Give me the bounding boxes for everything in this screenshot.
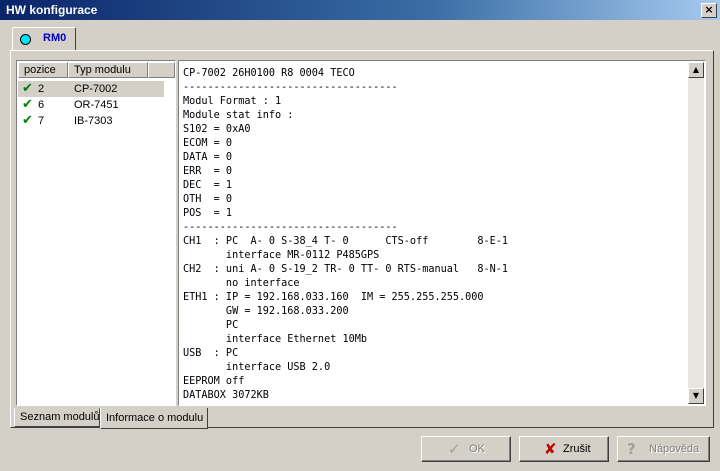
vertical-scrollbar[interactable]: ▲ ▼: [688, 62, 704, 404]
module-position: 7: [38, 115, 45, 127]
checkmark-icon: ✓: [448, 440, 461, 458]
checkmark-icon: ✔: [22, 97, 33, 112]
list-item[interactable]: ✔ 2 CP-7002: [18, 81, 164, 97]
help-button[interactable]: ? Nápověda: [617, 436, 710, 462]
module-info-text: CP-7002 26H0100 R8 0004 TECO -----------…: [183, 68, 509, 401]
circle-indicator-icon: [20, 34, 31, 45]
module-type: IB-7303: [74, 115, 113, 127]
scroll-up-arrow-icon[interactable]: ▲: [688, 62, 704, 78]
scroll-down-arrow-icon[interactable]: ▼: [688, 388, 704, 404]
module-list[interactable]: pozice Typ modulu ✔ 2 CP-7002 ✔ 6 OR-745…: [16, 60, 176, 406]
column-header-position[interactable]: pozice: [18, 62, 68, 78]
list-item[interactable]: ✔ 7 IB-7303: [18, 113, 164, 129]
ok-button-label: OK: [469, 443, 485, 455]
module-info-textbox[interactable]: CP-7002 26H0100 R8 0004 TECO -----------…: [178, 60, 706, 406]
ok-button[interactable]: ✓ OK: [421, 436, 511, 462]
checkmark-icon: ✔: [22, 113, 33, 128]
tab-rm0[interactable]: RM0: [12, 27, 76, 50]
column-header-module-type[interactable]: Typ modulu: [68, 62, 148, 78]
list-item[interactable]: ✔ 6 OR-7451: [18, 97, 164, 113]
close-button[interactable]: ×: [701, 3, 717, 18]
module-type: CP-7002: [74, 83, 118, 95]
cancel-button-label: Zrušit: [563, 443, 591, 455]
cancel-button[interactable]: ✘ Zrušit: [519, 436, 609, 462]
tab-module-info[interactable]: Informace o modulu: [100, 408, 208, 429]
help-button-label: Nápověda: [649, 443, 700, 455]
tab-rm0-label: RM0: [43, 32, 67, 44]
module-position: 2: [38, 83, 45, 95]
red-x-icon: ✘: [544, 440, 557, 458]
question-mark-icon: ?: [627, 440, 636, 458]
title-bar: HW konfigurace ×: [0, 0, 720, 20]
module-type: OR-7451: [74, 99, 119, 111]
module-position: 6: [38, 99, 45, 111]
tab-module-list[interactable]: Seznam modulů: [14, 408, 100, 427]
checkmark-icon: ✔: [22, 81, 33, 96]
window-title: HW konfigurace: [6, 3, 98, 17]
column-header-filler: [148, 62, 175, 78]
